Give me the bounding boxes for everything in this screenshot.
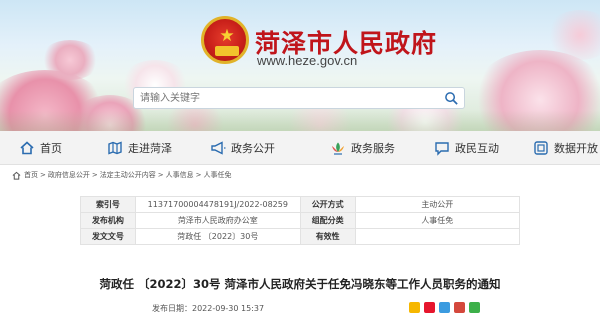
header-banner: ★ 菏泽市人民政府 www.heze.gov.cn (0, 0, 600, 131)
nav-item-about[interactable]: 走进菏泽 (107, 131, 172, 165)
meta-key: 组配分类 (299, 212, 356, 229)
table-row: 发布机构 菏泽市人民政府办公室 组配分类 人事任免 (80, 212, 521, 229)
lotus-icon (332, 142, 344, 155)
breadcrumb-link-home[interactable]: 首页 (24, 170, 38, 180)
home-icon (20, 141, 34, 155)
document-metadata-table: 索引号 11371700004478191J/2022-08259 公开方式 主… (80, 196, 521, 245)
home-icon (12, 171, 21, 180)
share-renren-icon[interactable] (454, 302, 465, 313)
chat-icon (435, 142, 449, 156)
meta-value: 11371700004478191J/2022-08259 (134, 196, 301, 213)
breadcrumb-link[interactable]: 法定主动公开内容 (100, 170, 156, 180)
nav-item-label: 首页 (40, 142, 62, 155)
publish-date: 发布日期：2022-09-30 15:37 (152, 304, 265, 313)
meta-key: 有效性 (299, 228, 356, 245)
nav-item-services[interactable]: 政务服务 (330, 131, 395, 165)
nav-item-label: 政务公开 (231, 142, 275, 155)
megaphone-icon (211, 141, 226, 155)
meta-key: 发文文号 (80, 228, 136, 245)
nav-item-label: 政务服务 (351, 142, 395, 155)
meta-value: 主动公开 (354, 196, 521, 213)
meta-value: 人事任免 (354, 212, 521, 229)
nav-item-label: 政民互动 (455, 142, 499, 155)
document-title: 菏政任 〔2022〕30号 菏泽市人民政府关于任免冯晓东等工作人员职务的通知 (99, 277, 501, 291)
meta-key: 索引号 (80, 196, 136, 213)
breadcrumb-separator: > (157, 171, 164, 179)
table-row: 发文文号 菏政任 〔2022〕30号 有效性 (80, 228, 521, 245)
nav-item-open-affairs[interactable]: 政务公开 (210, 131, 275, 165)
nav-item-home[interactable]: 首页 (19, 131, 62, 165)
breadcrumb-link[interactable]: 人事信息 (166, 170, 194, 180)
meta-value: 菏泽市人民政府办公室 (134, 212, 301, 229)
page: ★ 菏泽市人民政府 www.heze.gov.cn 首页 (0, 0, 600, 317)
nav-item-label: 数据开放 (554, 142, 598, 155)
share-qzone-icon[interactable] (409, 302, 420, 313)
database-icon (534, 141, 548, 155)
search-icon[interactable] (444, 91, 459, 106)
search-input[interactable] (140, 90, 430, 106)
main-nav: 首页 走进菏泽 政务公开 政务服务 政民互动 数据开放 (0, 131, 600, 165)
breadcrumb-separator: > (195, 171, 202, 179)
breadcrumb-separator: > (91, 171, 98, 179)
table-row: 索引号 11371700004478191J/2022-08259 公开方式 主… (80, 196, 521, 213)
breadcrumb-separator: > (40, 171, 46, 179)
breadcrumb-link[interactable]: 政府信息公开 (48, 170, 90, 180)
search-box (133, 87, 465, 109)
site-url: www.heze.gov.cn (257, 53, 358, 68)
share-wechat-icon[interactable] (469, 302, 480, 313)
national-emblem-logo: ★ (201, 16, 249, 64)
nav-item-label: 走进菏泽 (128, 142, 172, 155)
share-weibo-icon[interactable] (424, 302, 435, 313)
meta-key: 发布机构 (80, 212, 136, 229)
nav-item-open-data[interactable]: 数据开放 (533, 131, 598, 165)
breadcrumb-link[interactable]: 人事任免 (204, 170, 232, 180)
nav-item-interaction[interactable]: 政民互动 (434, 131, 499, 165)
breadcrumb: 首页 > 政府信息公开 > 法定主动公开内容 > 人事信息 > 人事任免 (12, 169, 234, 181)
share-tencent-icon[interactable] (439, 302, 450, 313)
meta-key: 公开方式 (299, 196, 356, 213)
meta-value (354, 228, 521, 245)
meta-value: 菏政任 〔2022〕30号 (134, 228, 301, 245)
map-icon (108, 141, 122, 155)
